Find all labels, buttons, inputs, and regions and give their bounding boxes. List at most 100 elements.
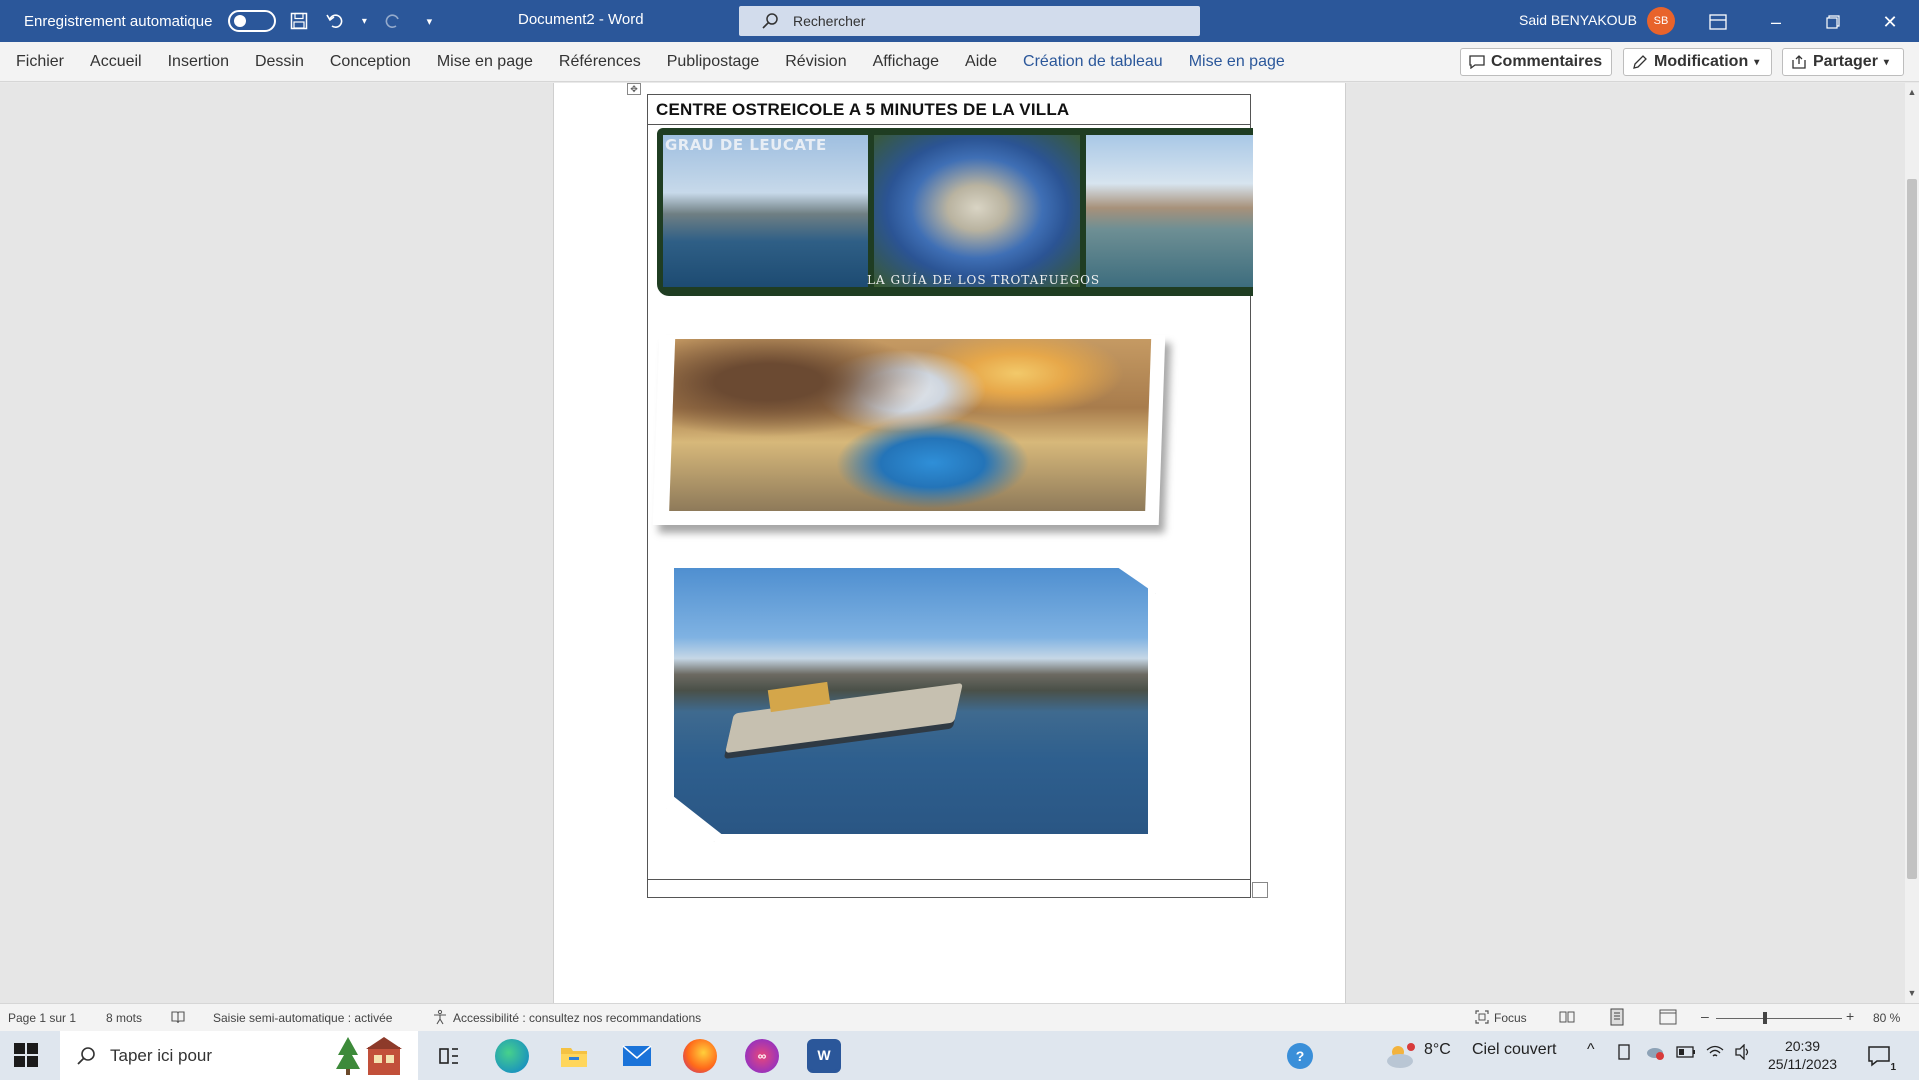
device-icon[interactable]	[1616, 1044, 1632, 1065]
show-hidden-icons-icon[interactable]: ^	[1587, 1041, 1595, 1059]
onedrive-icon[interactable]	[1645, 1044, 1665, 1065]
scroll-down-icon[interactable]: ▼	[1905, 986, 1919, 1000]
volume-icon[interactable]	[1734, 1043, 1752, 1065]
table-title[interactable]: CENTRE OSTREICOLE A 5 MINUTES DE LA VILL…	[656, 100, 1069, 120]
tab-table-mise-en-page[interactable]: Mise en page	[1176, 53, 1298, 71]
tab-affichage[interactable]: Affichage	[860, 53, 952, 71]
notification-count: 1	[1890, 1062, 1896, 1073]
vertical-scrollbar[interactable]: ▲ ▼	[1905, 83, 1919, 1003]
zoom-slider-thumb[interactable]	[1763, 1012, 1767, 1024]
windows-start-icon[interactable]	[14, 1043, 38, 1067]
mail-icon[interactable]	[620, 1039, 654, 1073]
share-icon	[1792, 55, 1806, 69]
word-taskbar-icon[interactable]: W	[807, 1039, 841, 1073]
tab-publipostage[interactable]: Publipostage	[654, 53, 773, 71]
undo-dropdown-icon[interactable]: ▾	[358, 8, 370, 34]
web-layout-icon[interactable]	[1659, 1009, 1677, 1028]
ribbon-display-icon[interactable]	[1705, 9, 1731, 35]
close-icon[interactable]: ✕	[1877, 9, 1903, 35]
harbor-photo-panel	[663, 135, 868, 287]
avatar[interactable]: SB	[1647, 7, 1675, 35]
document-canvas[interactable]: ✥ CENTRE OSTREICOLE A 5 MINUTES DE LA VI…	[0, 83, 1905, 1003]
oyster-boat-photo-image	[674, 568, 1148, 834]
messenger-icon[interactable]: ∞	[745, 1039, 779, 1073]
task-view-icon[interactable]	[432, 1039, 466, 1073]
tab-references[interactable]: Références	[546, 53, 654, 71]
search-placeholder: Rechercher	[793, 13, 866, 29]
status-bar: Page 1 sur 1 8 mots Saisie semi-automati…	[0, 1003, 1919, 1031]
edge-browser-icon[interactable]	[495, 1039, 529, 1073]
weather-icon[interactable]	[1384, 1039, 1416, 1073]
tab-insertion[interactable]: Insertion	[155, 53, 242, 71]
weather-description[interactable]: Ciel couvert	[1472, 1041, 1556, 1059]
autocomplete-status[interactable]: Saisie semi-automatique : activée	[213, 1011, 392, 1025]
editing-mode-button[interactable]: Modification ▾	[1623, 48, 1772, 76]
proofing-icon[interactable]	[170, 1009, 186, 1028]
boat-shape	[725, 682, 963, 754]
oyster-boat-photo-frame	[666, 560, 1156, 842]
port-houses-photo-panel	[1086, 135, 1253, 287]
accessibility-icon[interactable]	[432, 1009, 448, 1028]
windows-taskbar: Taper ici pour ∞ W ? 8°C Ciel couvert ^ …	[0, 1031, 1919, 1080]
minimize-icon[interactable]: –	[1763, 9, 1789, 35]
word-count[interactable]: 8 mots	[106, 1011, 142, 1025]
firefox-icon[interactable]	[683, 1039, 717, 1073]
oyster-boat-photo[interactable]	[666, 560, 1166, 842]
page[interactable]: ✥ CENTRE OSTREICOLE A 5 MINUTES DE LA VI…	[553, 83, 1346, 1003]
zoom-out-icon[interactable]: –	[1701, 1008, 1709, 1024]
collage-caption-bottom: LA GUÍA DE LOS TROTAFUEGOS	[867, 273, 1101, 287]
focus-icon[interactable]	[1474, 1009, 1490, 1028]
clock-date: 25/11/2023	[1768, 1056, 1838, 1072]
tab-revision[interactable]: Révision	[772, 53, 859, 71]
battery-icon[interactable]	[1676, 1045, 1696, 1063]
search-icon	[762, 13, 778, 29]
save-icon[interactable]	[286, 8, 312, 34]
oyster-collage-image[interactable]: GRAU DE LEUCATE LA GUÍA DE LOS TROTAFUEG…	[657, 128, 1253, 296]
editing-label: Modification	[1654, 53, 1749, 70]
pencil-icon	[1633, 55, 1647, 69]
undo-icon[interactable]	[322, 8, 348, 34]
zoom-level[interactable]: 80 %	[1873, 1011, 1900, 1025]
user-name[interactable]: Said BENYAKOUB	[1519, 12, 1637, 28]
tab-mise-en-page[interactable]: Mise en page	[424, 53, 546, 71]
table-header-row[interactable]: CENTRE OSTREICOLE A 5 MINUTES DE LA VILL…	[648, 95, 1250, 125]
redo-icon[interactable]	[380, 8, 406, 34]
accessibility-status[interactable]: Accessibilité : consultez nos recommanda…	[453, 1011, 701, 1025]
customize-toolbar-icon[interactable]: ▾	[416, 8, 442, 34]
tasting-photo[interactable]	[652, 335, 1176, 540]
tasting-photo-image	[669, 339, 1152, 511]
scroll-up-icon[interactable]: ▲	[1905, 85, 1919, 99]
comment-icon	[1469, 55, 1485, 69]
search-box[interactable]: Rechercher	[739, 6, 1200, 36]
share-button[interactable]: Partager ▾	[1782, 48, 1904, 76]
document-table[interactable]: CENTRE OSTREICOLE A 5 MINUTES DE LA VILL…	[647, 94, 1253, 898]
weather-temperature[interactable]: 8°C	[1424, 1041, 1451, 1059]
wifi-icon[interactable]	[1706, 1044, 1724, 1065]
scroll-thumb[interactable]	[1907, 179, 1917, 879]
file-explorer-icon[interactable]	[557, 1039, 591, 1073]
system-clock[interactable]: 20:39 25/11/2023	[1768, 1037, 1837, 1073]
help-icon[interactable]: ?	[1287, 1043, 1313, 1069]
tab-fichier[interactable]: Fichier	[0, 53, 77, 71]
focus-label[interactable]: Focus	[1494, 1011, 1527, 1025]
chevron-down-icon: ▾	[1883, 56, 1889, 68]
page-count[interactable]: Page 1 sur 1	[8, 1011, 76, 1025]
search-highlight-icon[interactable]	[334, 1035, 406, 1077]
restore-icon[interactable]	[1820, 9, 1846, 35]
read-mode-icon[interactable]	[1559, 1009, 1575, 1028]
oyster-plate-photo-panel	[874, 135, 1080, 287]
autosave-toggle[interactable]	[228, 10, 277, 32]
zoom-in-icon[interactable]: +	[1846, 1008, 1854, 1024]
tab-dessin[interactable]: Dessin	[242, 53, 317, 71]
notifications-icon[interactable]: 1	[1864, 1039, 1896, 1073]
zoom-slider[interactable]	[1716, 1018, 1842, 1019]
table-resize-handle[interactable]	[1252, 882, 1268, 898]
tab-creation-de-tableau[interactable]: Création de tableau	[1010, 53, 1176, 71]
tab-accueil[interactable]: Accueil	[77, 53, 155, 71]
comments-button[interactable]: Commentaires	[1460, 48, 1612, 76]
print-layout-icon[interactable]	[1609, 1008, 1625, 1029]
tab-aide[interactable]: Aide	[952, 53, 1010, 71]
table-move-handle-icon[interactable]: ✥	[627, 83, 641, 95]
table-empty-row[interactable]	[647, 879, 1251, 898]
tab-conception[interactable]: Conception	[317, 53, 424, 71]
